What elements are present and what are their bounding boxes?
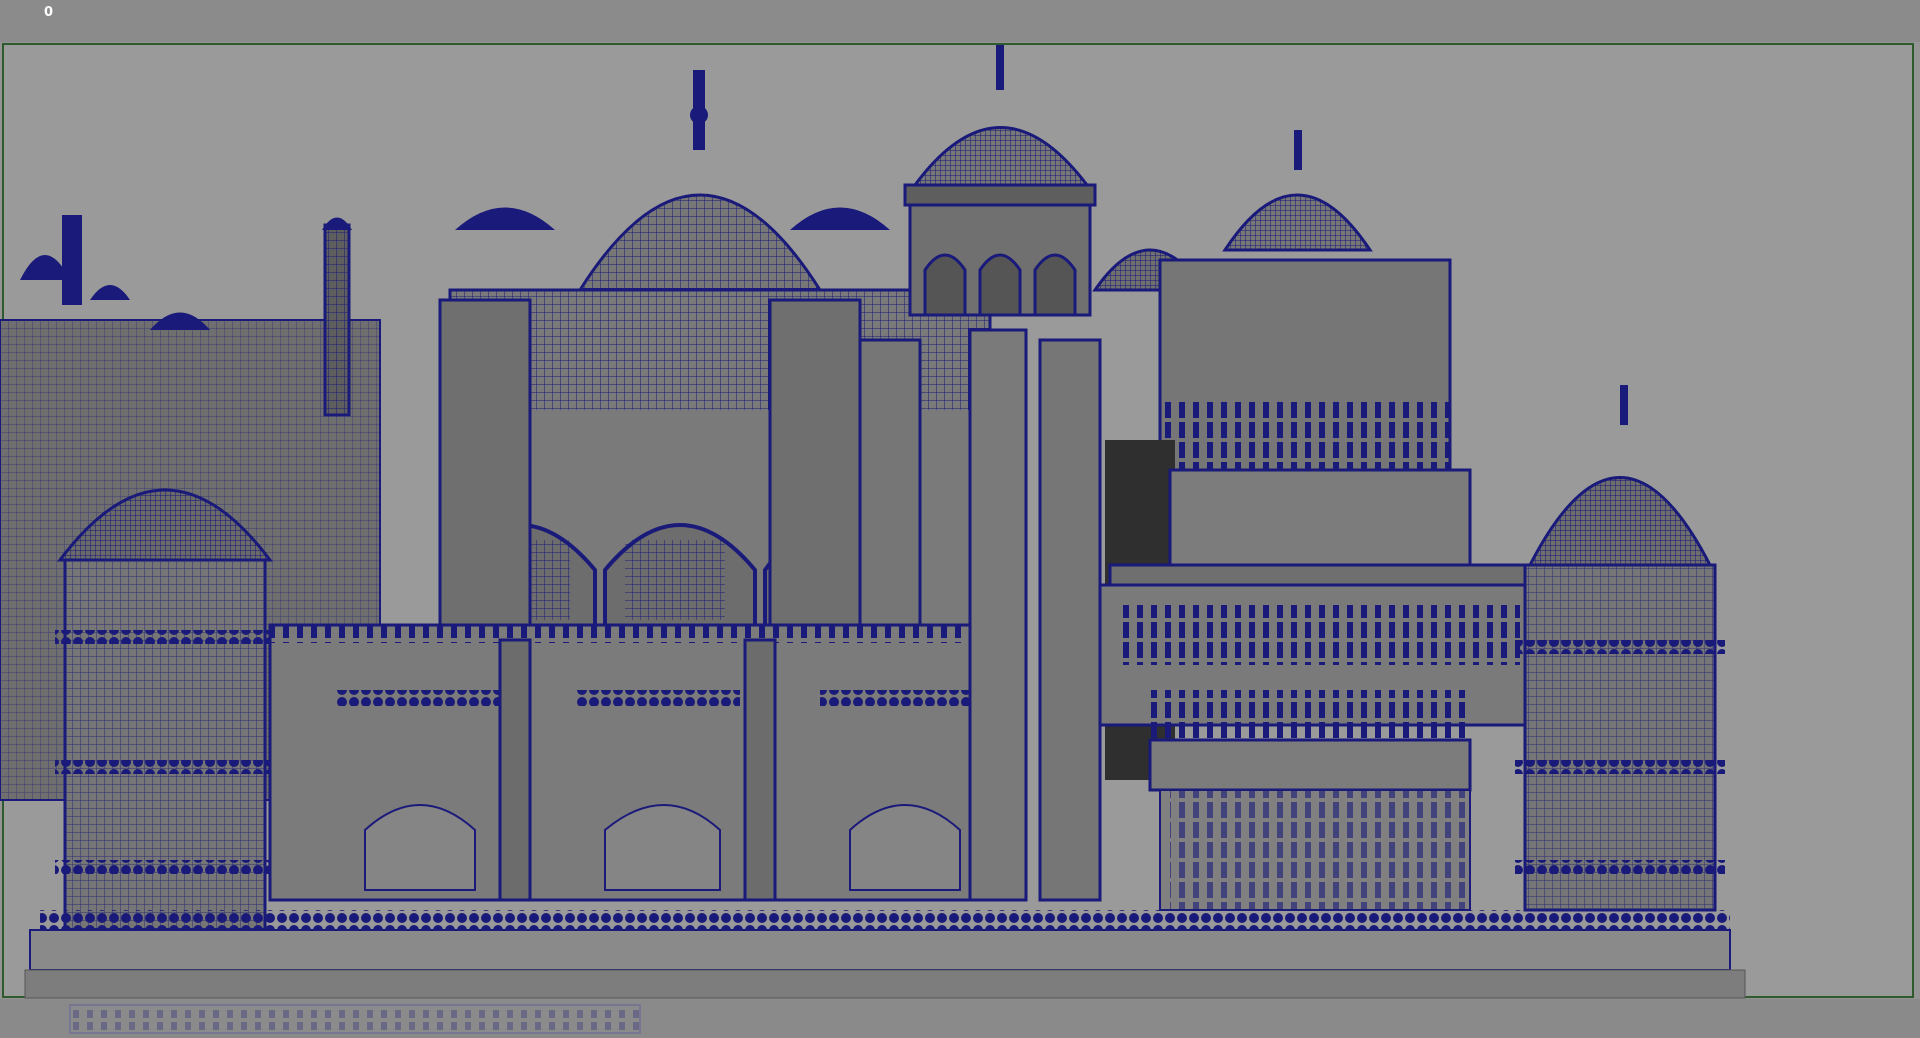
3d-viewport[interactable]: 0: [0, 0, 1920, 1038]
left-corner-pavilion: [55, 488, 275, 932]
base-plinth: [24, 910, 1746, 1034]
front-curtain-wall: [268, 623, 972, 902]
right-corner-pavilion: [1515, 385, 1725, 912]
central-great-dome: [577, 70, 823, 292]
right-palace-block: [1092, 130, 1532, 911]
palace-model-render[interactable]: [0, 0, 1920, 1038]
